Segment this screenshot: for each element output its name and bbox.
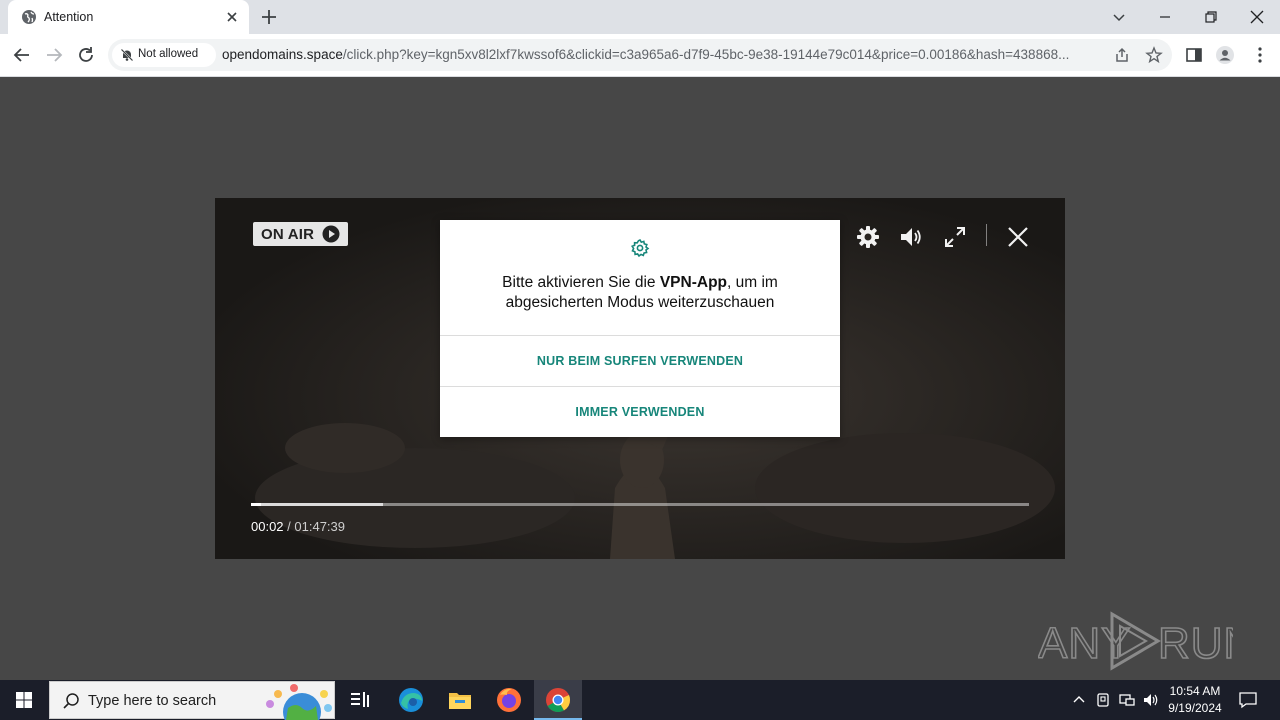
minimize-icon[interactable] — [1154, 6, 1176, 28]
taskview-icon[interactable] — [345, 685, 375, 715]
on-air-label: ON AIR — [261, 225, 315, 243]
total-time: 01:47:39 — [294, 519, 345, 534]
menu-icon[interactable] — [1250, 45, 1270, 65]
url-host: opendomains.space — [222, 47, 343, 62]
close-icon[interactable] — [224, 9, 240, 25]
tab-strip: Attention — [0, 0, 1280, 34]
tab-attention[interactable]: Attention — [8, 0, 249, 34]
network-icon[interactable] — [1118, 691, 1136, 709]
on-air-badge: ON AIR — [253, 222, 348, 246]
url-text[interactable]: opendomains.space/click.php?key=kgn5xv8l… — [222, 47, 1110, 62]
svg-text:RUN: RUN — [1158, 619, 1233, 668]
profile-icon[interactable] — [1215, 45, 1235, 65]
fullscreen-icon[interactable] — [942, 224, 968, 250]
folder-icon[interactable] — [445, 685, 475, 715]
restore-icon[interactable] — [1200, 6, 1222, 28]
edge-icon[interactable] — [396, 685, 426, 715]
globe-icon — [22, 10, 36, 24]
clock-time: 10:54 AM — [1169, 684, 1221, 698]
back-icon[interactable] — [12, 45, 32, 65]
taskbar-search[interactable]: Type here to search — [49, 681, 335, 720]
close-icon[interactable] — [1246, 6, 1268, 28]
close-icon[interactable] — [1005, 224, 1031, 250]
search-placeholder: Type here to search — [88, 693, 217, 709]
progress-played — [251, 503, 262, 506]
browser-toolbar: Not allowed opendomains.space/click.php?… — [0, 34, 1280, 77]
volume-icon[interactable] — [1142, 691, 1160, 709]
vpn-dialog: Bitte aktivieren Sie die VPN-App, um im … — [440, 220, 840, 437]
clock-date: 9/19/2024 — [1168, 701, 1222, 715]
message-bold: VPN-App — [659, 274, 728, 291]
taskbar: Type here to search 10:54 AM 9/19/2024 — [0, 680, 1280, 720]
sidepanel-icon[interactable] — [1184, 45, 1204, 65]
watermark-text: ANY — [1038, 619, 1131, 668]
reload-icon[interactable] — [76, 45, 96, 65]
notification-icon[interactable] — [1238, 690, 1258, 710]
device-icon[interactable] — [1094, 691, 1112, 709]
firefox-icon[interactable] — [494, 685, 524, 715]
forward-icon[interactable] — [44, 45, 64, 65]
url-path: /click.php?key=kgn5xv8l2lxf7kwssof6&clic… — [342, 47, 1070, 62]
dialog-message: Bitte aktivieren Sie die VPN-App, um im … — [460, 273, 820, 313]
gear-icon — [631, 238, 650, 258]
plus-icon[interactable] — [260, 8, 278, 26]
chevron-down-icon[interactable] — [1108, 6, 1130, 28]
play-icon — [322, 225, 340, 243]
volume-icon[interactable] — [898, 224, 924, 250]
search-icon — [63, 693, 79, 709]
chrome-icon[interactable] — [543, 685, 573, 715]
bell-off-icon — [120, 48, 134, 62]
surfing-only-button[interactable]: NUR BEIM SURFEN VERWENDEN — [440, 336, 840, 386]
clock[interactable]: 10:54 AM 9/19/2024 — [1162, 683, 1228, 717]
tab-title: Attention — [44, 10, 94, 24]
search-highlight-art — [266, 684, 332, 720]
time-separator: / — [283, 519, 295, 534]
address-bar[interactable]: Not allowed opendomains.space/click.php?… — [108, 39, 1172, 71]
gear-icon[interactable] — [855, 224, 881, 250]
share-icon[interactable] — [1113, 46, 1131, 64]
chevron-up-icon[interactable] — [1070, 691, 1088, 709]
star-icon[interactable] — [1145, 46, 1163, 64]
permission-chip-label: Not allowed — [138, 48, 199, 60]
permission-chip[interactable]: Not allowed — [112, 43, 216, 67]
progress-bar[interactable] — [251, 503, 1029, 506]
current-time: 00:02 — [251, 519, 284, 534]
always-use-button[interactable]: IMMER VERWENDEN — [440, 387, 840, 437]
time-display: 00:02 / 01:47:39 — [251, 519, 345, 534]
windows-icon[interactable] — [0, 680, 48, 720]
message-prefix: Bitte aktivieren Sie die — [502, 274, 660, 291]
control-divider — [986, 224, 987, 246]
progress-buffered — [251, 503, 384, 506]
anyrun-watermark: ANY RUN — [1038, 611, 1233, 671]
